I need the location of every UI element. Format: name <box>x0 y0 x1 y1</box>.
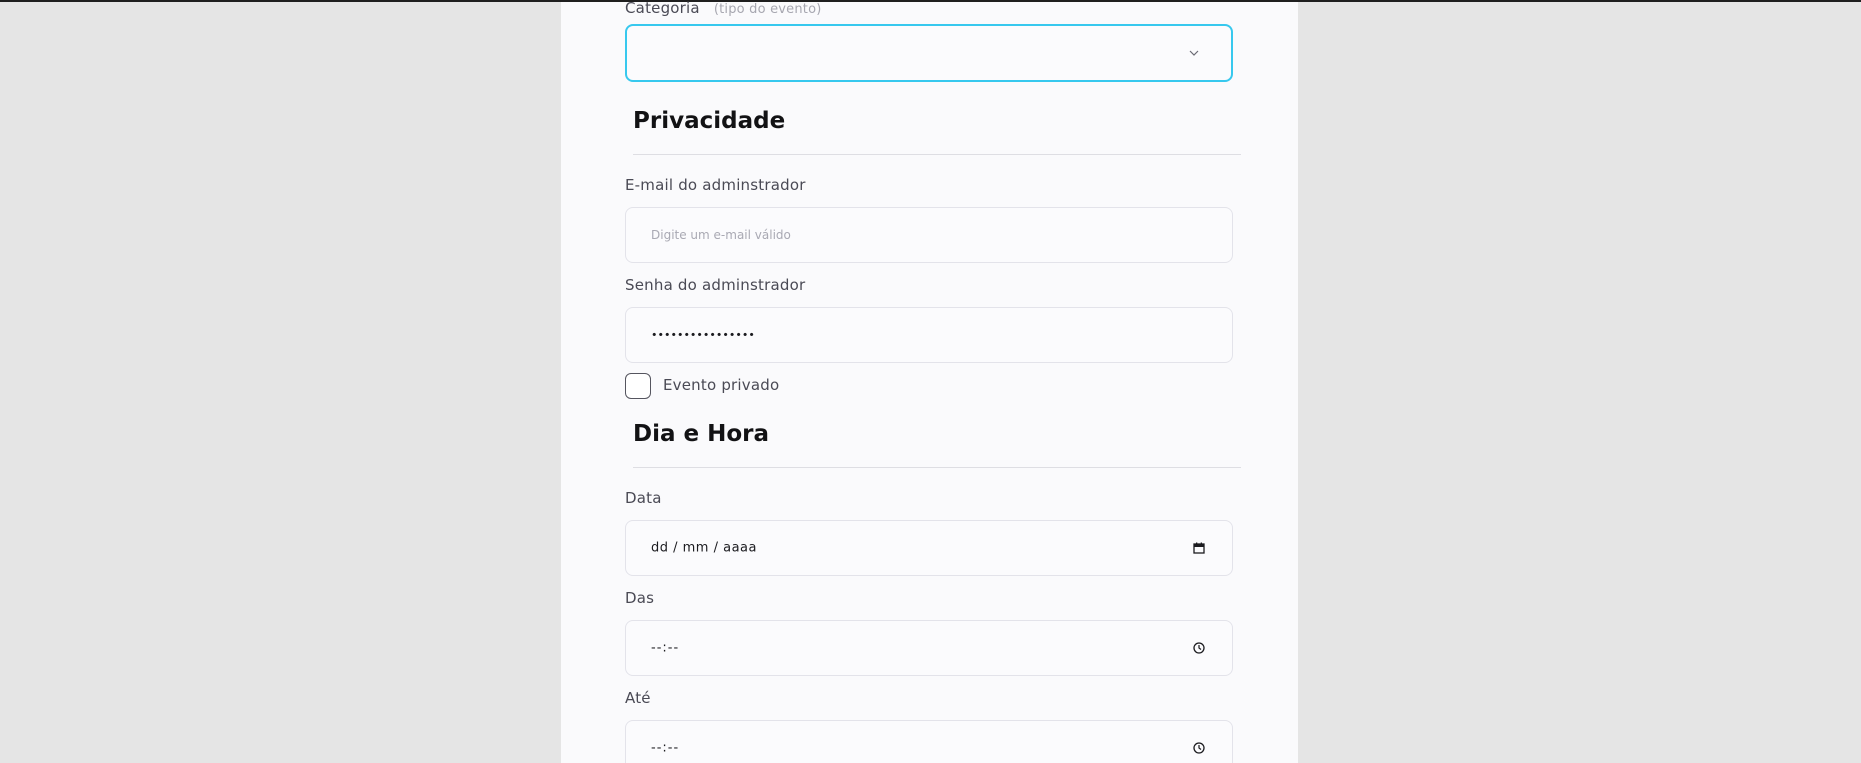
category-label-row: Categoria (tipo do evento) <box>625 0 822 17</box>
email-placeholder: Digite um e-mail válido <box>651 228 791 242</box>
password-field[interactable]: •••••••••••••••• <box>625 307 1233 363</box>
email-label: E-mail do adminstrador <box>625 176 806 194</box>
from-time-label: Das <box>625 589 655 607</box>
datetime-section-title: Dia e Hora <box>633 421 770 447</box>
from-time-field[interactable]: --:-- <box>625 620 1233 676</box>
category-select[interactable] <box>625 24 1233 82</box>
email-field[interactable]: Digite um e-mail válido <box>625 207 1233 263</box>
date-field[interactable]: dd / mm / aaaa <box>625 520 1233 576</box>
chevron-down-icon <box>1187 46 1201 60</box>
to-time-field[interactable]: --:-- <box>625 720 1233 763</box>
date-label: Data <box>625 489 662 507</box>
privacy-divider <box>633 154 1241 155</box>
private-event-checkbox[interactable] <box>625 373 651 399</box>
privacy-section-title: Privacidade <box>633 108 786 134</box>
from-time-value: --:-- <box>651 640 680 656</box>
form-panel: Categoria (tipo do evento) Privacidade E-… <box>561 0 1298 763</box>
datetime-divider <box>633 467 1241 468</box>
date-value: dd / mm / aaaa <box>651 540 757 556</box>
clock-icon[interactable] <box>1192 641 1206 655</box>
category-hint: (tipo do evento) <box>713 2 822 17</box>
to-time-label: Até <box>625 689 651 707</box>
clock-icon[interactable] <box>1192 741 1206 755</box>
password-value: •••••••••••••••• <box>651 328 755 342</box>
to-time-value: --:-- <box>651 740 680 756</box>
category-label: Categoria <box>625 0 700 17</box>
password-label: Senha do adminstrador <box>625 276 806 294</box>
private-event-label[interactable]: Evento privado <box>663 376 779 394</box>
calendar-icon[interactable] <box>1192 541 1206 555</box>
